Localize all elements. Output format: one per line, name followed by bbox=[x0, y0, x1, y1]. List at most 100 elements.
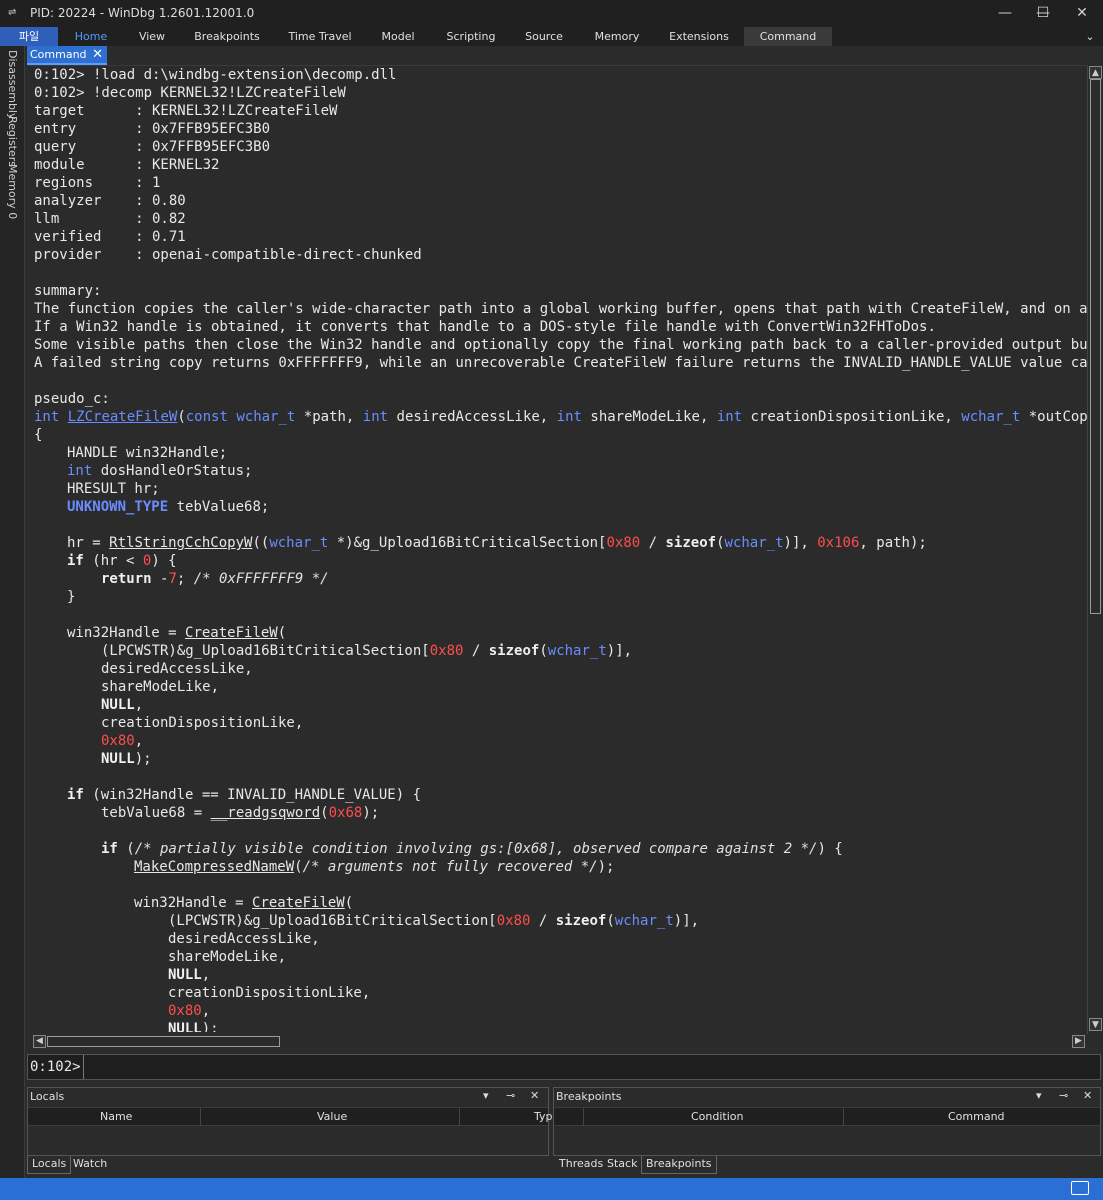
code-line: creationDispositionLike, bbox=[168, 985, 371, 1001]
code-token: 0x106 bbox=[817, 535, 860, 551]
column-divider[interactable] bbox=[843, 1108, 844, 1126]
minimize-icon[interactable]: — bbox=[985, 0, 1025, 27]
tab-command[interactable]: Command bbox=[744, 27, 832, 46]
horizontal-scrollbar-thumb[interactable] bbox=[47, 1036, 280, 1047]
code-token: - bbox=[151, 571, 169, 587]
locals-panel: Locals ▾ ⊸ ✕ Name Value Typ bbox=[27, 1087, 553, 1156]
tab-memory[interactable]: Memory bbox=[576, 27, 658, 46]
tab-threads[interactable]: Threads bbox=[555, 1156, 607, 1174]
code-token: creationDispositionLike, bbox=[742, 409, 962, 425]
output-line: The function copies the caller's wide-ch… bbox=[34, 301, 1087, 317]
panel-dropdown-icon[interactable]: ▾ bbox=[1036, 1089, 1042, 1102]
tab-locals[interactable]: Locals bbox=[27, 1156, 72, 1174]
column-header-type[interactable]: Typ bbox=[534, 1110, 553, 1123]
scroll-down-icon[interactable]: ▼ bbox=[1089, 1018, 1102, 1031]
code-token: ( bbox=[606, 913, 615, 929]
output-line: analyzer : 0.80 bbox=[34, 193, 186, 209]
horizontal-scrollbar[interactable]: ◀ ▶ bbox=[28, 1034, 1088, 1049]
code-line: NULL, bbox=[168, 966, 210, 984]
scroll-right-icon[interactable]: ▶ bbox=[1072, 1035, 1085, 1048]
code-token: win32Handle = bbox=[134, 895, 253, 911]
close-icon[interactable]: ✕ bbox=[1083, 1089, 1092, 1102]
output-line: 0:102> !load d:\windbg-extension\decomp.… bbox=[34, 67, 397, 83]
code-line: desiredAccessLike, bbox=[101, 661, 253, 677]
tab-model[interactable]: Model bbox=[366, 27, 430, 46]
code-token: NULL bbox=[168, 967, 202, 983]
vertical-scrollbar[interactable]: ▲ ▼ bbox=[1087, 65, 1102, 1034]
code-token: int bbox=[67, 463, 93, 479]
side-tab-memory[interactable]: Memory 0 bbox=[6, 164, 19, 219]
ribbon-tab-bar: 파일 Home View Breakpoints Time Travel Mod… bbox=[0, 27, 1103, 46]
code-token: MakeCompressedNameW bbox=[134, 859, 295, 875]
output-line: provider : openai-compatible-direct-chun… bbox=[34, 247, 422, 263]
scroll-up-icon[interactable]: ▲ bbox=[1089, 66, 1102, 79]
code-token: CreateFileW bbox=[252, 895, 345, 911]
code-token: / bbox=[640, 535, 666, 551]
side-tab-disassembly[interactable]: Disassembly bbox=[6, 50, 19, 120]
code-token: sizeof bbox=[488, 643, 540, 659]
column-header-value[interactable]: Value bbox=[317, 1110, 347, 1123]
feedback-chat-icon[interactable] bbox=[1071, 1181, 1089, 1195]
tab-home[interactable]: Home bbox=[58, 27, 124, 46]
code-line: NULL, bbox=[101, 696, 143, 714]
code-token: sizeof bbox=[665, 535, 717, 551]
code-token: ) { bbox=[817, 841, 843, 857]
code-token: int bbox=[716, 409, 743, 425]
command-input[interactable]: 0:102> bbox=[27, 1054, 1101, 1080]
chevron-down-icon[interactable]: ⌄ bbox=[1083, 27, 1097, 46]
tab-time-travel[interactable]: Time Travel bbox=[274, 27, 366, 46]
column-header-command[interactable]: Command bbox=[948, 1110, 1005, 1123]
code-line: 0x80, bbox=[168, 1002, 210, 1020]
code-token: 0x80 bbox=[168, 1003, 202, 1019]
tab-breakpoints-panel[interactable]: Breakpoints bbox=[641, 1156, 717, 1174]
code-token: /* arguments not fully recovered */ bbox=[302, 859, 598, 875]
column-header-name[interactable]: Name bbox=[100, 1110, 132, 1123]
code-token: ; bbox=[176, 571, 194, 587]
close-icon[interactable]: ✕ bbox=[530, 1089, 539, 1102]
output-line: target : KERNEL32!LZCreateFileW bbox=[34, 103, 338, 119]
tab-source[interactable]: Source bbox=[512, 27, 576, 46]
scrollbar-thumb[interactable] bbox=[1090, 79, 1101, 614]
window-title: PID: 20224 - WinDbg 1.2601.12001.0 bbox=[30, 6, 255, 20]
code-line: int dosHandleOrStatus; bbox=[67, 462, 252, 480]
code-line: 0x80, bbox=[101, 732, 143, 750]
code-line: if (win32Handle == INVALID_HANDLE_VALUE)… bbox=[67, 786, 421, 804]
code-token: NULL bbox=[168, 1021, 202, 1032]
side-tab-registers[interactable]: Registers bbox=[6, 116, 19, 167]
app-icon: ⇌ bbox=[8, 7, 17, 18]
close-tab-icon[interactable]: ✕ bbox=[92, 47, 103, 62]
code-token: (LPCWSTR)&g_Upload16BitCriticalSection[ bbox=[101, 643, 430, 659]
scroll-left-icon[interactable]: ◀ bbox=[33, 1035, 46, 1048]
column-divider[interactable] bbox=[200, 1108, 201, 1126]
tab-stack[interactable]: Stack bbox=[603, 1156, 641, 1174]
tab-command-window[interactable]: Command ✕ bbox=[27, 46, 107, 65]
column-divider[interactable] bbox=[459, 1108, 460, 1126]
code-line: NULL); bbox=[101, 750, 152, 768]
code-token: wchar_t bbox=[269, 535, 329, 551]
pin-icon[interactable]: ⊸ bbox=[1059, 1089, 1068, 1102]
code-token: ( bbox=[539, 643, 548, 659]
command-output[interactable]: 0:102> !load d:\windbg-extension\decomp.… bbox=[28, 65, 1087, 1032]
code-token: 0x68 bbox=[328, 805, 363, 821]
code-token: hr = bbox=[67, 535, 110, 551]
code-token: NULL bbox=[101, 697, 135, 713]
tab-file[interactable]: 파일 bbox=[0, 27, 58, 46]
panel-dropdown-icon[interactable]: ▾ bbox=[483, 1089, 489, 1102]
close-window-button[interactable]: ✕ bbox=[1062, 0, 1102, 27]
tab-view[interactable]: View bbox=[124, 27, 180, 46]
column-divider[interactable] bbox=[583, 1108, 584, 1126]
code-line: return -7; /* 0xFFFFFFF9 */ bbox=[101, 570, 329, 588]
tab-breakpoints[interactable]: Breakpoints bbox=[180, 27, 274, 46]
pin-icon[interactable]: ⊸ bbox=[506, 1089, 515, 1102]
tab-extensions[interactable]: Extensions bbox=[658, 27, 740, 46]
code-token: ( bbox=[117, 841, 135, 857]
tab-scripting[interactable]: Scripting bbox=[430, 27, 512, 46]
code-line: hr = RtlStringCchCopyW((wchar_t *)&g_Upl… bbox=[67, 534, 927, 552]
code-token: /* partially visible condition involving… bbox=[134, 841, 818, 857]
code-token: 0x80 bbox=[606, 535, 641, 551]
code-token: (( bbox=[252, 535, 270, 551]
column-header-condition[interactable]: Condition bbox=[691, 1110, 744, 1123]
tab-watch[interactable]: Watch bbox=[69, 1156, 111, 1174]
code-token: ); bbox=[201, 1021, 219, 1032]
maximize-icon[interactable]: ☐ bbox=[1023, 0, 1063, 27]
